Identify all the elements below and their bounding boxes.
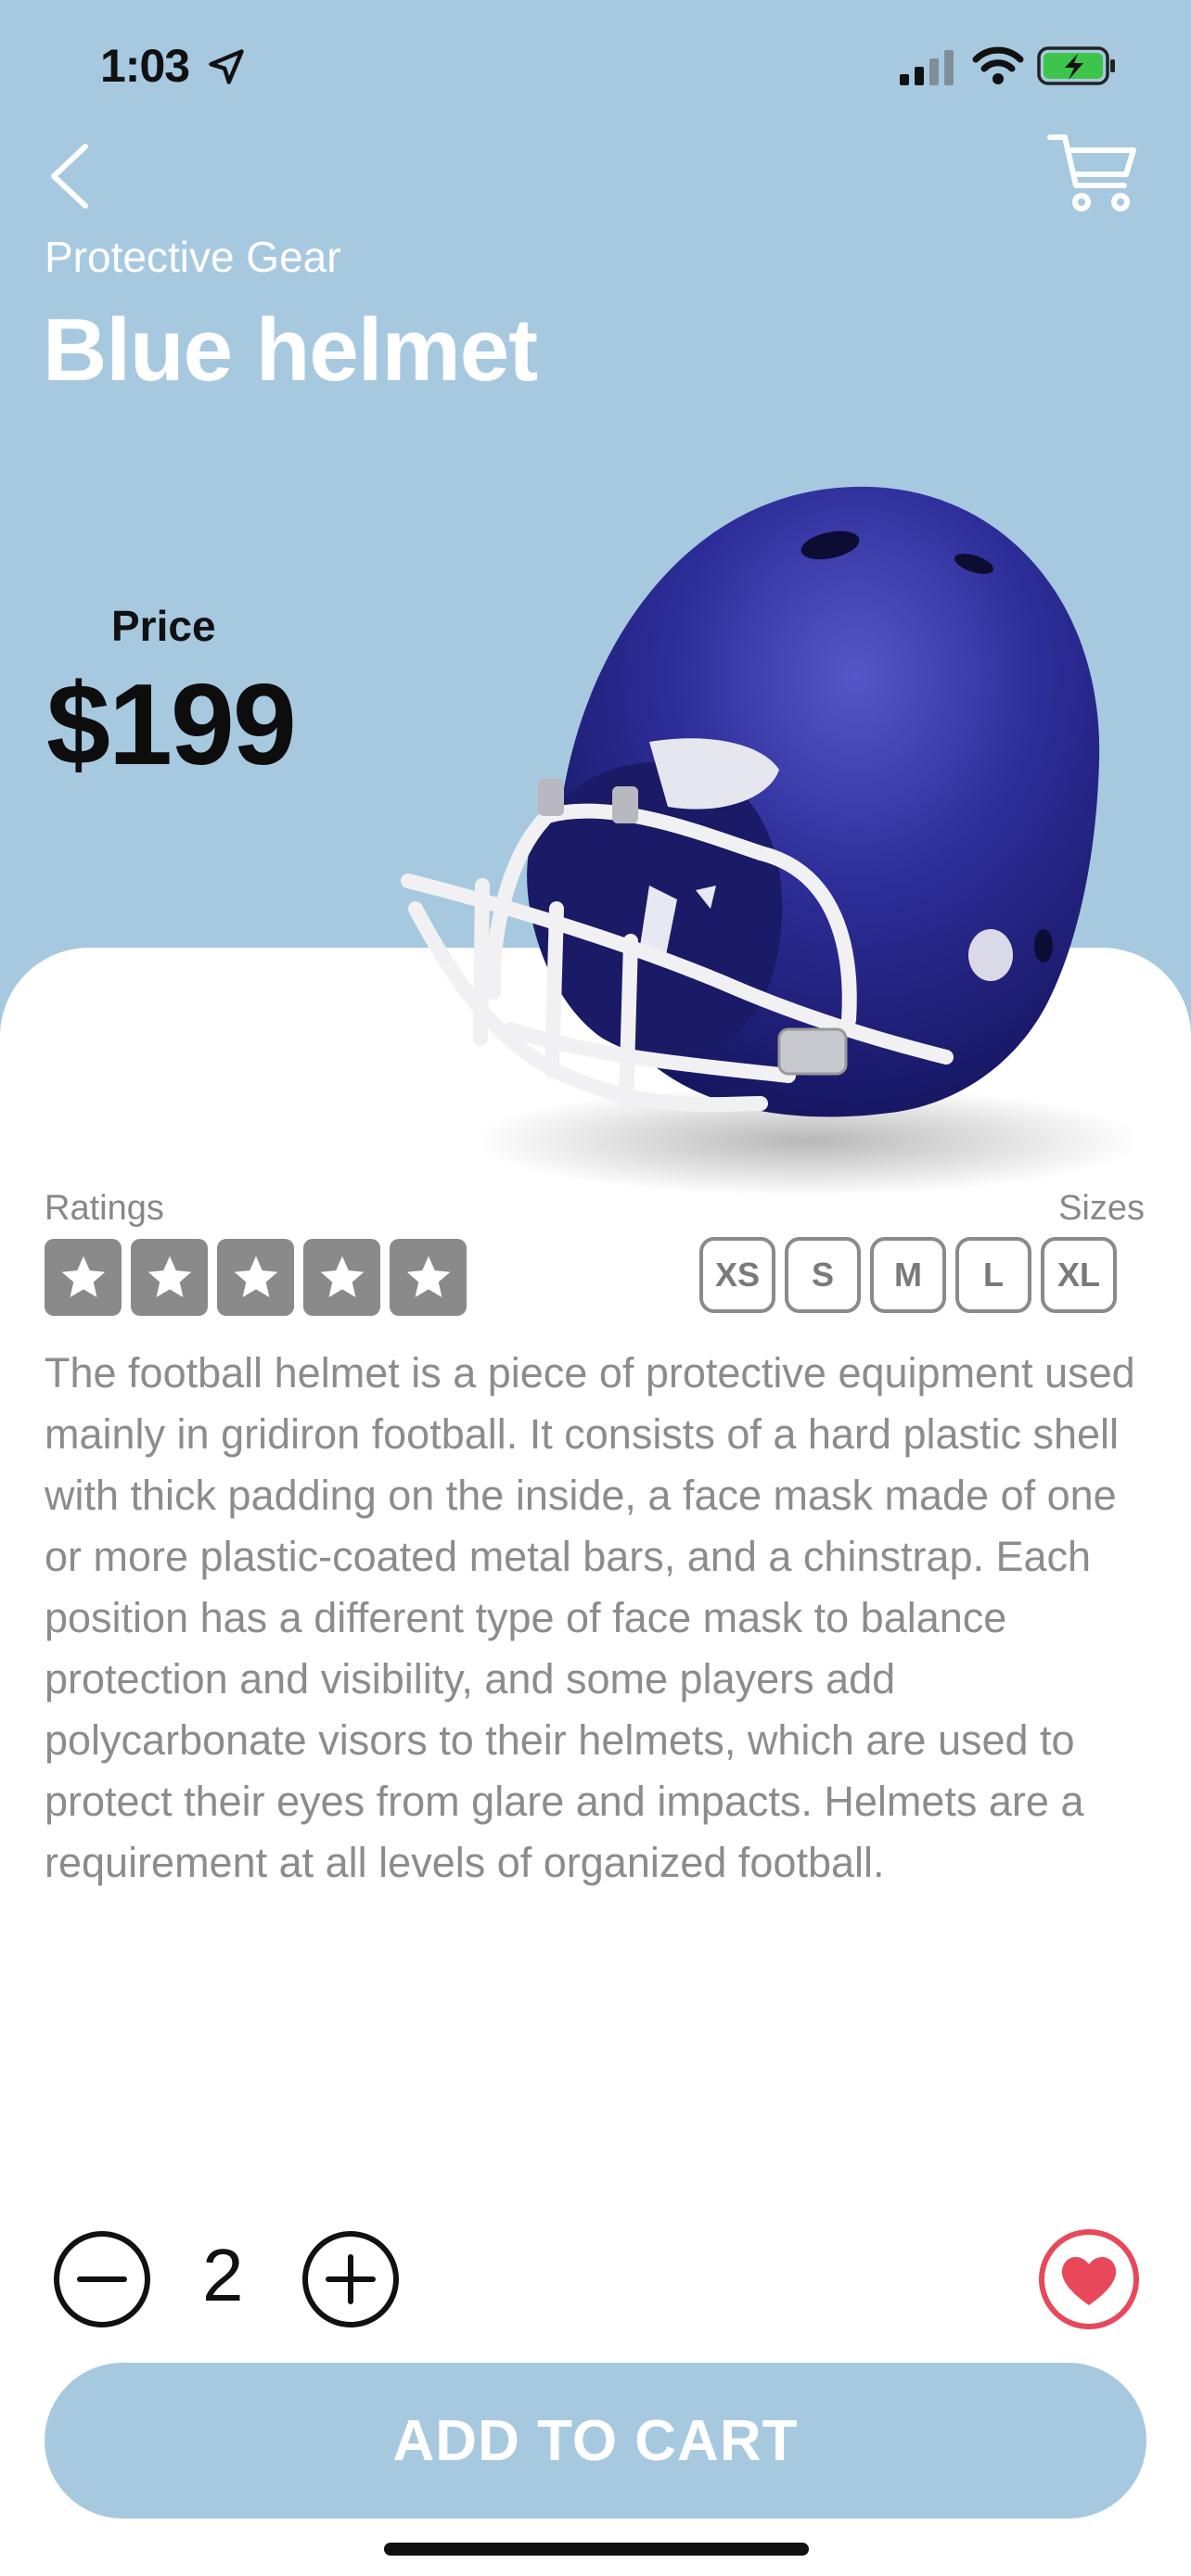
product-title: Blue helmet: [43, 300, 538, 400]
star-icon: [234, 1256, 277, 1297]
quantity-value: 2: [202, 2234, 244, 2316]
cart-button[interactable]: [1046, 130, 1139, 215]
star-icon: [406, 1256, 450, 1297]
heart-icon: [1061, 2256, 1117, 2305]
size-selector: XS S M L XL: [699, 1237, 1117, 1313]
star-icon: [61, 1256, 105, 1297]
rating-star-3[interactable]: [217, 1239, 294, 1316]
increase-quantity-button[interactable]: [301, 2229, 401, 2329]
size-option-l[interactable]: L: [955, 1237, 1031, 1313]
rating-star-1[interactable]: [45, 1239, 122, 1316]
rating-stars: [45, 1239, 467, 1316]
location-arrow-icon: [209, 49, 244, 84]
cellular-signal-icon: [900, 50, 954, 85]
ratings-label: Ratings: [45, 1189, 164, 1228]
rating-star-4[interactable]: [303, 1239, 380, 1316]
favorite-button[interactable]: [1037, 2227, 1141, 2331]
minus-circle-icon: [54, 2231, 150, 2327]
decrease-quantity-button[interactable]: [52, 2229, 152, 2329]
battery-charging-icon: [1037, 46, 1115, 85]
size-option-m[interactable]: M: [870, 1237, 946, 1313]
sizes-label: Sizes: [1058, 1189, 1145, 1228]
wifi-icon: [972, 46, 1024, 84]
price-value: $199: [46, 661, 297, 789]
size-option-s[interactable]: S: [785, 1237, 861, 1313]
status-time: 1:03: [100, 40, 190, 92]
product-category: Protective Gear: [45, 233, 341, 281]
size-option-xl[interactable]: XL: [1041, 1237, 1117, 1313]
rating-star-5[interactable]: [390, 1239, 467, 1316]
star-icon: [147, 1256, 191, 1297]
product-detail-screen: 1:03 Protective Gear Blue helmet Price $…: [0, 0, 1191, 2576]
size-option-xs[interactable]: XS: [699, 1237, 775, 1313]
shopping-cart-icon: [1047, 134, 1136, 211]
product-description: The football helmet is a piece of protec…: [45, 1349, 1135, 1886]
back-button[interactable]: [43, 139, 98, 213]
home-indicator: [384, 2543, 809, 2556]
football-helmet-image: [401, 486, 1132, 1196]
rating-star-2[interactable]: [131, 1239, 208, 1316]
price-label: Price: [111, 602, 216, 650]
plus-circle-icon: [302, 2231, 399, 2327]
add-to-cart-button[interactable]: ADD TO CART: [45, 2363, 1146, 2519]
star-icon: [320, 1256, 364, 1297]
